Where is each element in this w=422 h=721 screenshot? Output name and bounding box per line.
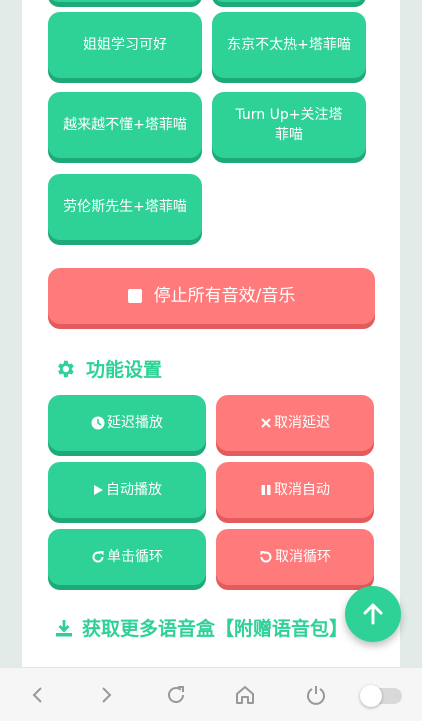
stop-all-label: 停止所有音效/音乐 — [153, 286, 296, 306]
play-icon — [92, 484, 104, 496]
cancel-auto-label: 取消自动 — [274, 482, 330, 498]
stop-square-icon — [127, 289, 142, 303]
sound-button-1[interactable]: 姐姐学习可好 — [48, 12, 202, 78]
pause-icon — [260, 484, 272, 496]
cancel-loop-label: 取消循环 — [275, 549, 331, 565]
home-icon[interactable] — [231, 681, 259, 709]
toggle-knob — [360, 685, 382, 707]
browser-nav-bar — [0, 667, 422, 721]
sound-button-3[interactable]: 越来越不懂+塔菲喵 — [48, 92, 202, 158]
gear-icon — [58, 360, 74, 377]
scroll-top-button[interactable] — [345, 586, 401, 642]
forward-icon[interactable] — [92, 681, 120, 709]
redo-icon — [91, 550, 105, 564]
sound-button-5[interactable]: 劳伦斯先生+塔菲喵 — [48, 174, 202, 240]
delay-play-label: 延迟播放 — [107, 415, 163, 431]
cancel-delay-button[interactable]: 取消延迟 — [216, 395, 374, 451]
single-loop-button[interactable]: 单击循环 — [48, 529, 206, 585]
sound-button-4[interactable]: Turn Up+关注塔菲喵 — [212, 92, 366, 158]
download-title-text: 获取更多语音盒【附赠语音包】 — [82, 618, 349, 640]
sound-button-cut-left[interactable] — [48, 0, 202, 2]
undo-icon — [259, 550, 273, 564]
power-icon[interactable] — [302, 681, 330, 709]
single-loop-label: 单击循环 — [107, 549, 163, 565]
cancel-delay-label: 取消延迟 — [274, 415, 330, 431]
arrow-up-icon — [363, 603, 383, 625]
sound-button-2[interactable]: 东京不太热+塔菲喵 — [212, 12, 366, 78]
stop-all-button[interactable]: 停止所有音效/音乐 — [48, 268, 375, 324]
cancel-auto-button[interactable]: 取消自动 — [216, 462, 374, 518]
features-title-text: 功能设置 — [86, 359, 163, 381]
sound-button-cut-right[interactable] — [212, 0, 366, 2]
delay-play-button[interactable]: 延迟播放 — [48, 395, 206, 451]
close-icon — [260, 417, 272, 429]
toggle-switch[interactable] — [360, 685, 402, 707]
download-title[interactable]: 获取更多语音盒【附赠语音包】 — [54, 614, 354, 647]
download-icon — [54, 617, 74, 647]
auto-play-button[interactable]: 自动播放 — [48, 462, 206, 518]
clock-icon — [91, 416, 105, 430]
refresh-icon[interactable] — [162, 681, 190, 709]
features-title: 功能设置 — [54, 355, 162, 382]
cancel-loop-button[interactable]: 取消循环 — [216, 529, 374, 585]
auto-play-label: 自动播放 — [106, 482, 162, 498]
back-icon[interactable] — [24, 681, 52, 709]
